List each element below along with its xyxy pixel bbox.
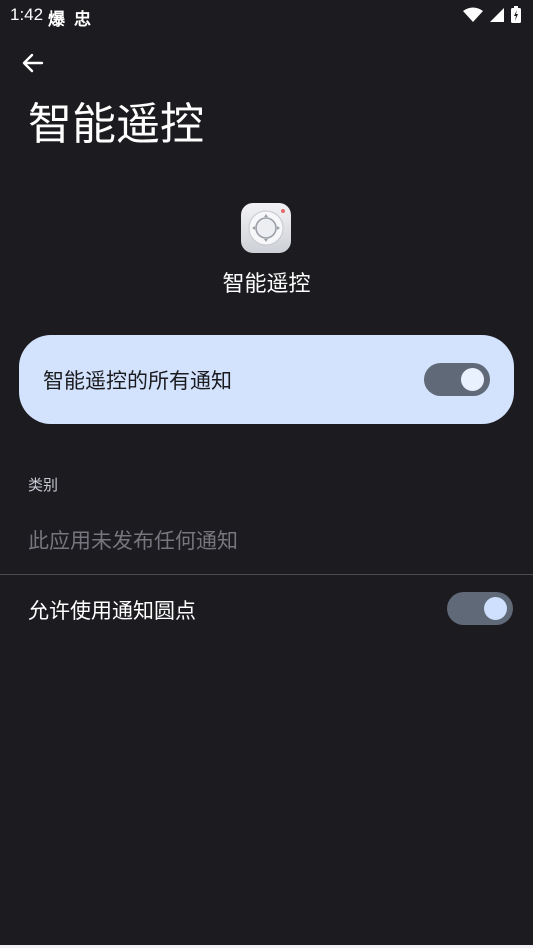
back-button[interactable] <box>14 44 52 82</box>
all-notifications-label: 智能遥控的所有通知 <box>43 369 232 393</box>
signal-icon <box>490 7 504 22</box>
remote-control-app-icon <box>248 209 285 246</box>
status-bar: 1:42 爆 忠 <box>0 0 533 32</box>
all-notifications-toggle[interactable] <box>424 363 490 396</box>
notification-icon-2: 忠 <box>74 10 91 30</box>
app-name: 智能遥控 <box>222 272 311 297</box>
page-title: 智能遥控 <box>28 99 204 150</box>
categories-header: 类别 <box>28 476 59 494</box>
divider <box>0 574 533 575</box>
toggle-thumb <box>484 597 507 620</box>
status-time: 1:42 <box>10 5 44 24</box>
no-notifications-message: 此应用未发布任何通知 <box>28 529 238 553</box>
battery-icon <box>511 6 521 23</box>
arrow-left-icon <box>22 53 44 73</box>
all-notifications-card[interactable]: 智能遥控的所有通知 <box>19 335 514 424</box>
notification-icon-1: 爆 <box>48 10 65 30</box>
toggle-thumb <box>461 368 484 391</box>
notification-dots-label[interactable]: 允许使用通知圆点 <box>28 595 196 625</box>
app-icon <box>241 203 291 253</box>
wifi-icon <box>463 7 483 22</box>
notification-dots-toggle[interactable] <box>447 592 513 625</box>
